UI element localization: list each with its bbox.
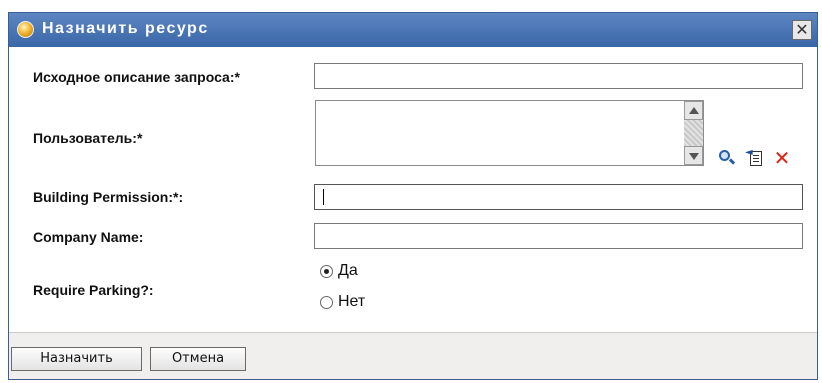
user-listbox-scrollbar[interactable] (684, 101, 703, 165)
user-listbox[interactable] (315, 100, 704, 166)
radio-label: Да (338, 262, 358, 279)
resource-icon (17, 21, 34, 38)
request-description-label: Исходное описание запроса:* (33, 69, 240, 85)
company-name-label: Company Name: (33, 229, 144, 245)
page-line (753, 161, 759, 162)
parking-option-no[interactable]: Нет (320, 292, 365, 312)
lens-handle (728, 158, 736, 165)
scroll-thumb[interactable] (684, 120, 703, 146)
page-line (753, 158, 759, 159)
clear-icon[interactable]: ✕ (772, 148, 792, 168)
assign-resource-dialog: Назначить ресурс ✕ Исходное описание зап… (8, 12, 818, 380)
parking-option-yes[interactable]: Да (320, 261, 358, 281)
assign-button[interactable]: Назначить (11, 347, 142, 371)
dialog-title: Назначить ресурс (42, 20, 209, 37)
scroll-up-button[interactable] (684, 101, 703, 120)
search-icon[interactable] (717, 148, 737, 168)
request-description-input[interactable] (314, 63, 803, 89)
building-permission-label: Building Permission:*: (33, 189, 184, 205)
radio-label: Нет (338, 293, 366, 310)
text-caret (323, 189, 324, 205)
cancel-button[interactable]: Отмена (150, 347, 246, 371)
close-button[interactable]: ✕ (792, 20, 812, 40)
radio-button[interactable] (320, 295, 333, 309)
require-parking-label: Require Parking?: (33, 282, 154, 298)
user-label: Пользователь:* (33, 130, 143, 146)
arrow-down-icon (689, 153, 699, 160)
page-line (753, 155, 759, 156)
scroll-down-button[interactable] (684, 146, 703, 165)
company-name-input[interactable] (314, 223, 803, 249)
arrow-icon: ◄ (745, 147, 753, 158)
history-list-icon[interactable]: ◄ (745, 148, 765, 168)
dialog-footer: Назначить Отмена (9, 332, 817, 379)
radio-button[interactable] (320, 264, 333, 278)
dialog-titlebar: Назначить ресурс ✕ (9, 13, 817, 47)
building-permission-input[interactable] (314, 184, 803, 210)
arrow-up-icon (689, 107, 699, 114)
